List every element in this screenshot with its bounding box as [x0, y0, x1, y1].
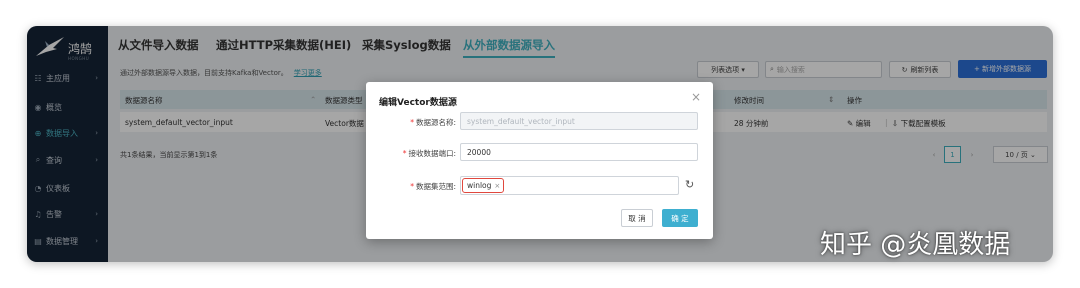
- cancel-button[interactable]: 取 消: [621, 209, 653, 227]
- close-icon[interactable]: ×: [691, 90, 701, 104]
- port-field[interactable]: 20000: [460, 143, 698, 161]
- watermark: 知乎 @炎凰数据: [820, 230, 1011, 260]
- tag-remove-icon[interactable]: ×: [494, 182, 500, 190]
- confirm-button[interactable]: 确 定: [662, 209, 698, 227]
- port-field-label: * 接收数据端口:: [402, 149, 456, 158]
- name-field-label: * 数据源名称:: [410, 118, 456, 127]
- source-name-field: system_default_vector_input: [460, 112, 698, 130]
- dialog-title: 编辑Vector数据源: [379, 98, 457, 108]
- dataset-scope-select[interactable]: winlog ×: [460, 176, 679, 195]
- scope-field-label: * 数据集范围:: [410, 182, 456, 191]
- dataset-tag: winlog ×: [462, 178, 504, 193]
- edit-vector-source-dialog: 编辑Vector数据源 × * 数据源名称: system_default_vec…: [366, 82, 713, 239]
- refresh-icon[interactable]: ↻: [685, 178, 694, 191]
- dataset-tag-label: winlog: [467, 181, 492, 190]
